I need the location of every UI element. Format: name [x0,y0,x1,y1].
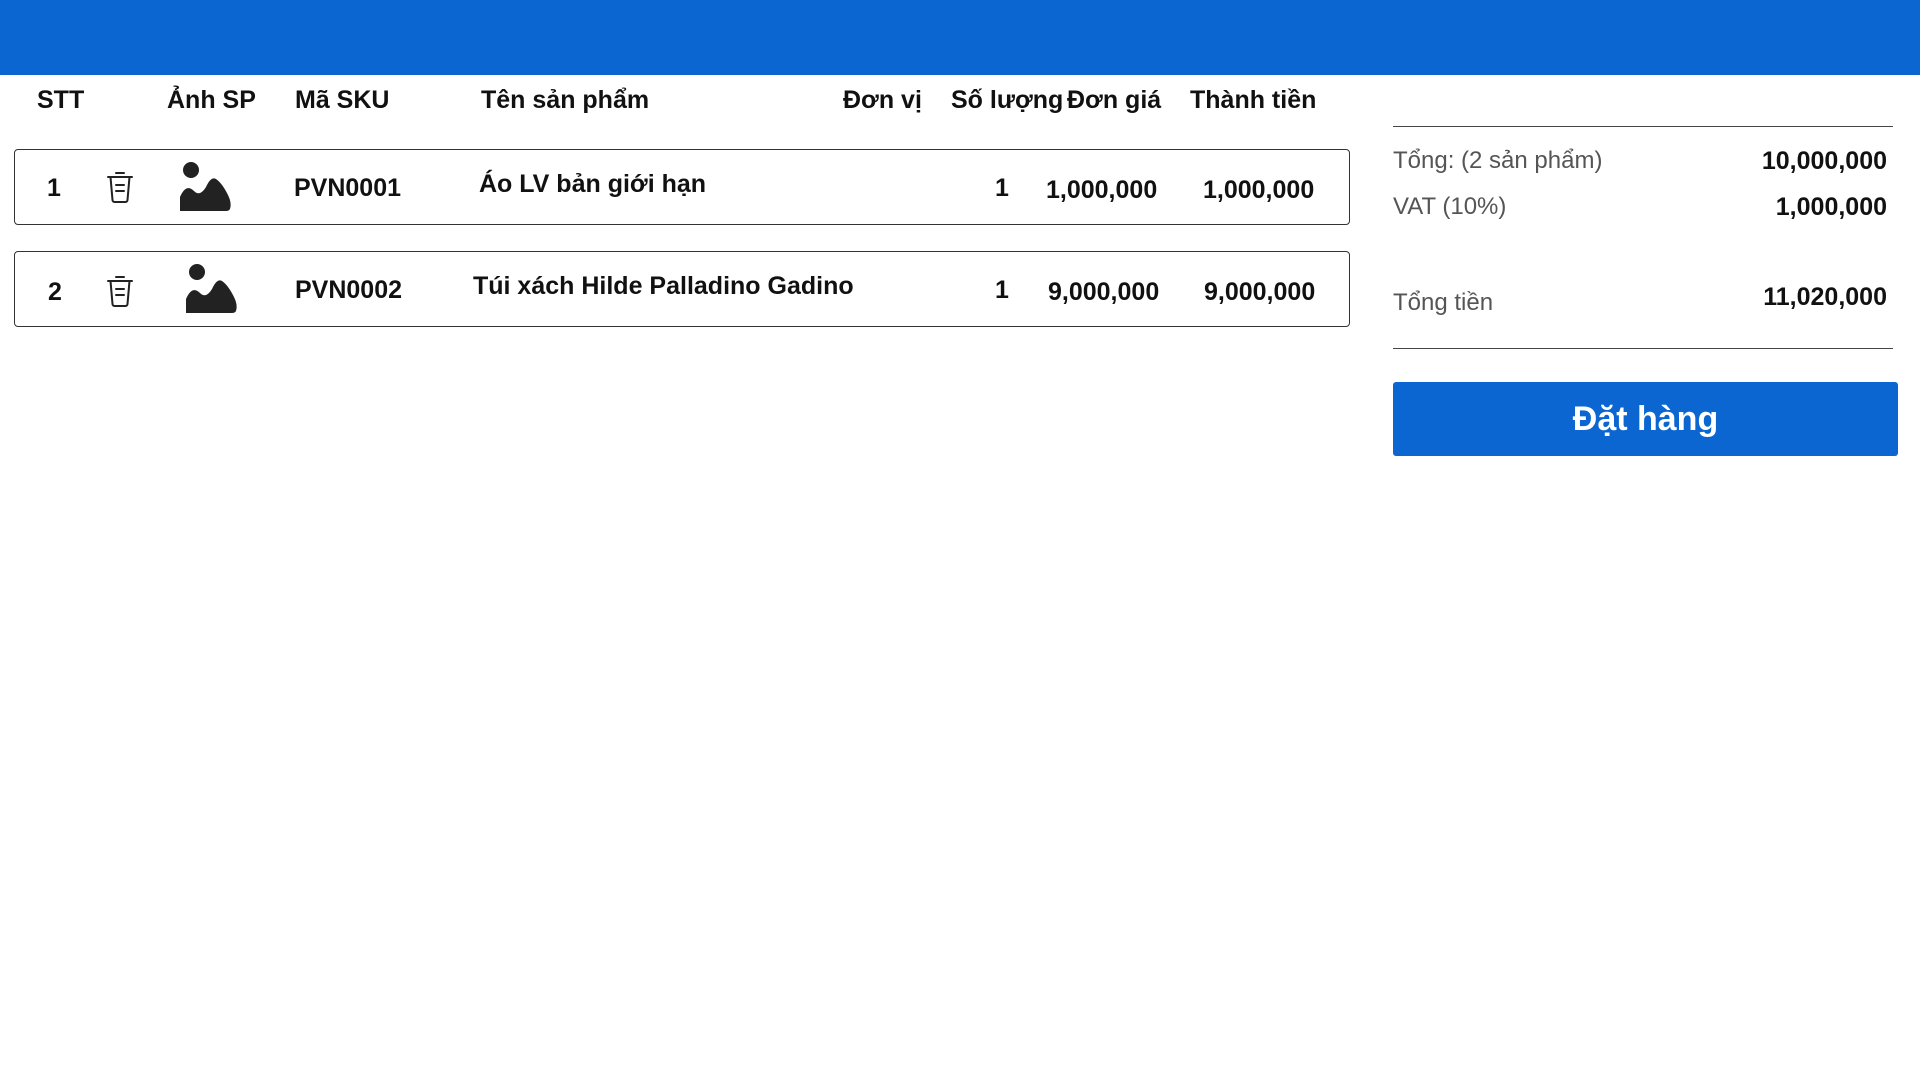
image-placeholder-icon [178,161,234,213]
place-order-button[interactable]: Đặt hàng [1393,382,1898,456]
row-quantity: 1 [995,174,1009,202]
vat-label: VAT (10%) [1393,193,1507,220]
table-row: 2 PVN0002 Túi xách Hilde Palladino Gadin… [14,251,1350,327]
column-header-name: Tên sản phẩm [481,86,650,114]
trash-icon[interactable] [105,274,135,308]
row-product-name: Túi xách Hilde Palladino Gadino [473,272,854,300]
column-header-quantity: Số lượng [951,86,1064,114]
summary-top-divider [1393,126,1893,127]
table-row: 1 PVN0001 Áo LV bản giới hạn 1 1,000,000… [14,149,1350,225]
vat-value: 1,000,000 [1775,193,1887,221]
column-header-price: Đơn giá [1067,86,1162,114]
row-index: 2 [48,278,62,306]
grand-total-value: 11,020,000 [1763,283,1887,311]
grand-total-label: Tổng tiền [1393,289,1494,316]
subtotal-label: Tổng: (2 sản phẩm) [1393,147,1603,174]
row-sku: PVN0002 [295,276,403,304]
column-header-image: Ảnh SP [167,86,256,114]
row-total: 1,000,000 [1203,176,1315,204]
subtotal-value: 10,000,000 [1761,147,1887,175]
row-quantity: 1 [995,276,1009,304]
top-header-bar [0,0,1920,75]
row-sku: PVN0001 [294,174,402,202]
row-product-name: Áo LV bản giới hạn [479,170,707,198]
summary-bottom-divider [1393,348,1893,349]
column-header-unit: Đơn vị [843,86,922,114]
row-price: 1,000,000 [1046,176,1158,204]
column-header-total: Thành tiền [1190,86,1317,114]
row-index: 1 [47,174,61,202]
column-header-sku: Mã SKU [295,86,390,114]
column-header-index: STT [37,86,85,114]
row-price: 9,000,000 [1048,278,1160,306]
image-placeholder-icon [184,263,240,315]
row-total: 9,000,000 [1204,278,1316,306]
trash-icon[interactable] [105,170,135,204]
